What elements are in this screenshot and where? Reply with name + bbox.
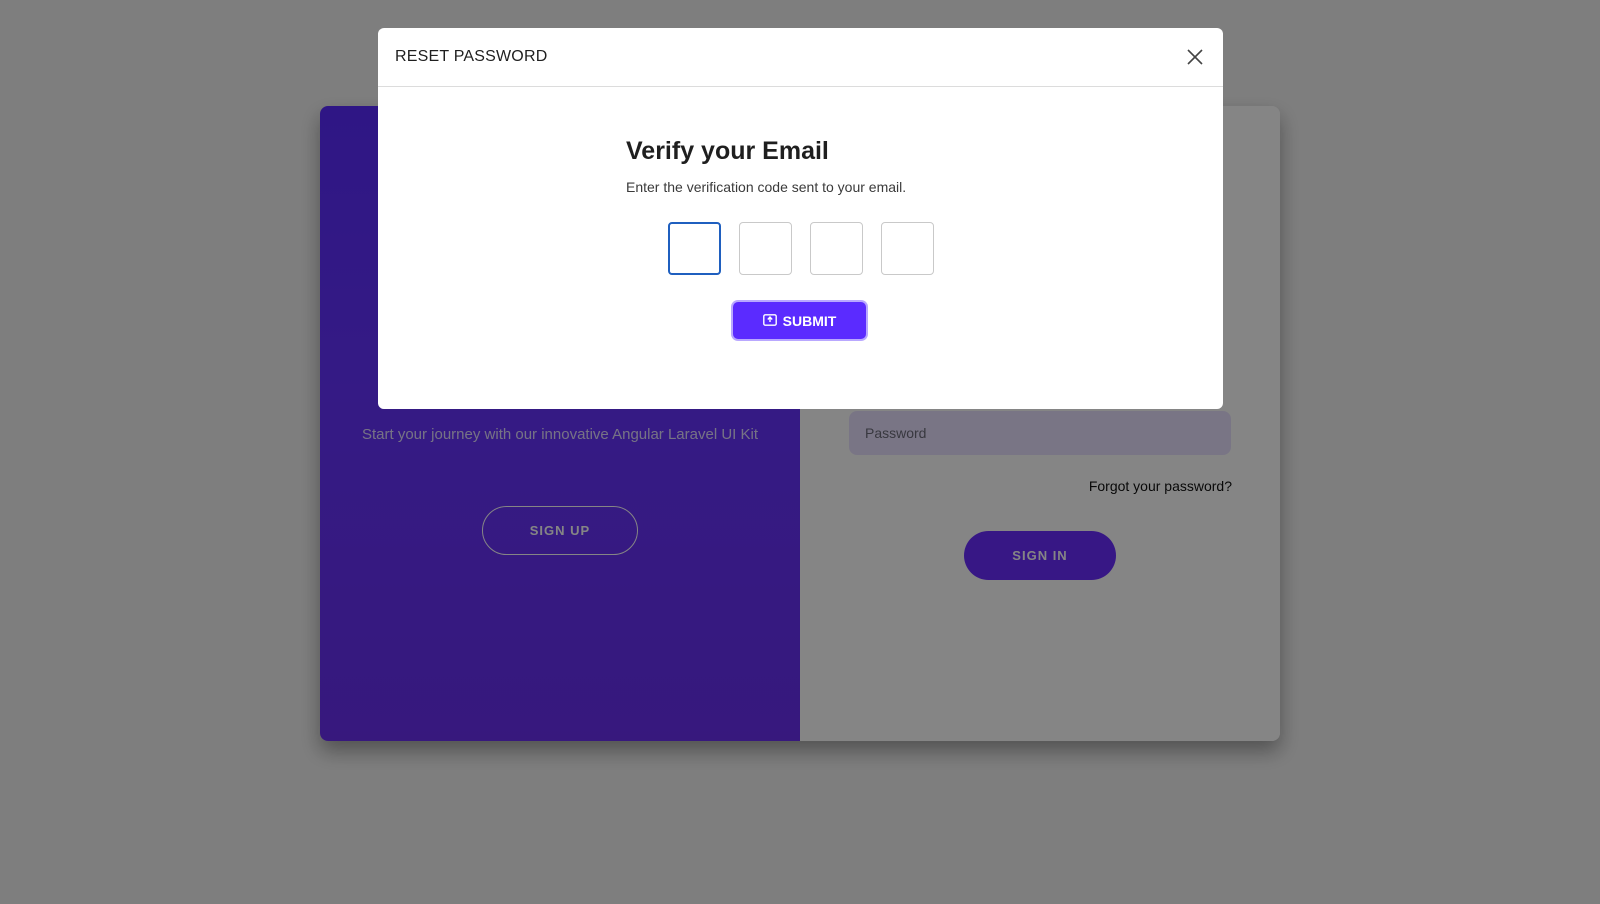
submit-icon — [762, 313, 777, 329]
verify-heading: Verify your Email — [626, 137, 829, 165]
verification-code-inputs — [668, 222, 934, 275]
code-digit-4[interactable] — [881, 222, 934, 275]
code-digit-1[interactable] — [668, 222, 721, 275]
close-icon[interactable] — [1183, 45, 1207, 69]
modal-title: RESET PASSWORD — [395, 48, 548, 65]
submit-button[interactable]: SUBMIT — [733, 302, 866, 339]
code-digit-3[interactable] — [810, 222, 863, 275]
code-digit-2[interactable] — [739, 222, 792, 275]
submit-label: SUBMIT — [782, 312, 837, 329]
verify-subtitle: Enter the verification code sent to your… — [626, 179, 907, 195]
page: Start your journey with our innovative A… — [0, 0, 1600, 904]
reset-password-modal: RESET PASSWORD Verify your Email Enter t… — [378, 28, 1223, 409]
modal-body: Verify your Email Enter the verification… — [378, 87, 1223, 409]
modal-header: RESET PASSWORD — [378, 28, 1223, 87]
